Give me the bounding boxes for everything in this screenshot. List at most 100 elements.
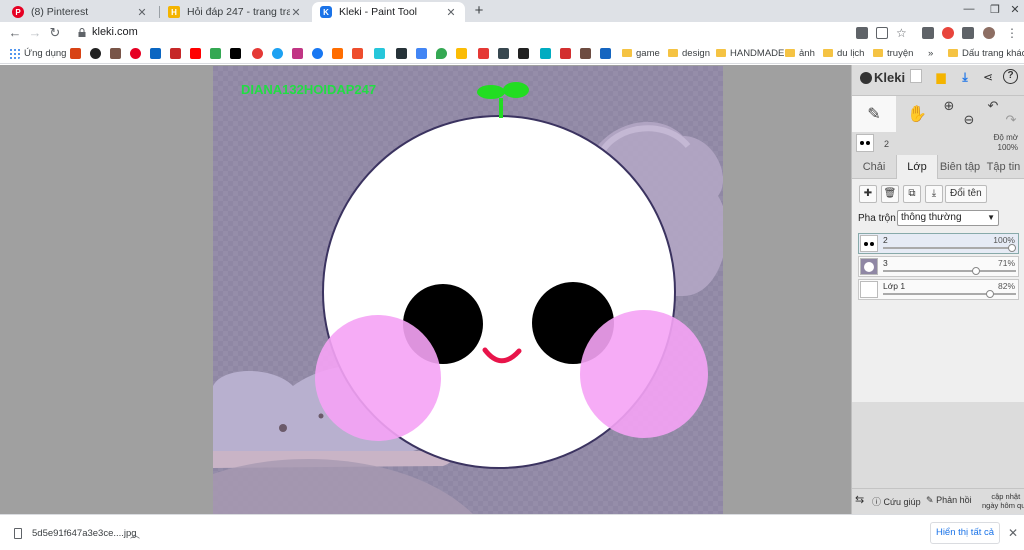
translate-icon[interactable] xyxy=(416,48,427,59)
merge-layer-button[interactable]: ⤓ xyxy=(925,185,943,203)
slider-handle[interactable] xyxy=(1008,244,1016,252)
layer-opacity-slider[interactable] xyxy=(883,244,1016,252)
bookmark-other[interactable]: Dấu trang khác xyxy=(962,48,1024,59)
address-bar[interactable]: kleki.com xyxy=(92,26,138,38)
shopee-icon[interactable] xyxy=(352,48,363,59)
zoom-out-button[interactable]: ⊖ xyxy=(962,110,976,130)
translate-icon[interactable] xyxy=(856,27,868,39)
facebook-icon[interactable] xyxy=(312,48,323,59)
bookmark-icon[interactable] xyxy=(580,48,591,59)
close-icon[interactable]: ✕ xyxy=(136,6,148,19)
layer-opacity-slider[interactable] xyxy=(883,290,1016,298)
bookmark-icon[interactable] xyxy=(560,48,571,59)
current-layer-preview[interactable] xyxy=(856,134,874,152)
tab-pinterest[interactable]: P (8) Pinterest ✕ xyxy=(4,2,156,22)
pinterest-icon[interactable] xyxy=(130,48,141,59)
share-icon[interactable] xyxy=(876,27,888,39)
redo-button[interactable]: ↷ xyxy=(1004,110,1018,130)
layer-row-1[interactable]: Lớp 1 82% xyxy=(858,279,1019,300)
bookmark-apps[interactable]: Ứng dụng xyxy=(24,48,66,59)
feedback-link[interactable]: ✎ Phản hồi xyxy=(926,495,972,506)
bookmark-icon[interactable] xyxy=(498,48,509,59)
bookmark-icon[interactable] xyxy=(374,48,385,59)
update-info[interactable]: cập nhật ngày hôm qua xyxy=(982,492,1024,510)
swap-icon[interactable]: ⇆ xyxy=(855,493,864,506)
bookmark-icon[interactable] xyxy=(518,48,529,59)
bookmark-icon[interactable] xyxy=(540,48,551,59)
bookmark-icon[interactable] xyxy=(90,48,101,59)
zoom-in-button[interactable]: ⊕ xyxy=(942,96,956,116)
download-icon[interactable]: ⤓ xyxy=(957,69,973,85)
maximize-icon[interactable]: ❐ xyxy=(988,3,1002,16)
tab-file[interactable]: Tập tin xyxy=(982,155,1024,179)
tab-brush[interactable]: Chải xyxy=(852,155,896,179)
blend-mode-select[interactable]: thông thường ▼ xyxy=(897,210,999,226)
bookmark-icon[interactable] xyxy=(70,48,81,59)
adblock-icon[interactable] xyxy=(942,27,954,39)
bookmark-icon[interactable] xyxy=(456,48,467,59)
add-layer-button[interactable]: ✚ xyxy=(859,185,877,203)
tab-layers[interactable]: Lớp xyxy=(896,155,938,179)
new-image-icon[interactable] xyxy=(910,69,922,83)
maps-icon[interactable] xyxy=(436,48,447,59)
extension-a-icon[interactable] xyxy=(922,27,934,39)
bookmark-icon[interactable] xyxy=(332,48,343,59)
youtube-icon[interactable] xyxy=(190,48,201,59)
hand-tool-button[interactable]: ✋ xyxy=(902,96,932,132)
apps-grid-icon[interactable] xyxy=(9,48,20,59)
share-icon[interactable]: ⋖ xyxy=(980,69,996,85)
bookmark-icon[interactable] xyxy=(396,48,407,59)
window-close-icon[interactable]: ✕ xyxy=(1008,3,1022,16)
bookmark-icon[interactable] xyxy=(150,48,161,59)
save-icon[interactable]: ▆ xyxy=(933,69,949,85)
bookmark-icon[interactable] xyxy=(252,48,263,59)
brush-tool-button[interactable]: ✎ xyxy=(852,96,896,132)
bookmark-folder-truyen[interactable]: truyện xyxy=(887,48,913,59)
bookmark-icon[interactable] xyxy=(478,48,489,59)
layer-row-2[interactable]: 2 100% xyxy=(858,233,1019,254)
slider-handle[interactable] xyxy=(971,267,980,275)
bookmark-folder-game[interactable]: game xyxy=(636,48,660,59)
gmail-icon[interactable] xyxy=(170,48,181,59)
close-icon[interactable]: ✕ xyxy=(445,6,457,19)
puzzle-icon[interactable] xyxy=(962,27,974,39)
help-link[interactable]: ⓘ Cứu giúp xyxy=(872,495,921,508)
forward-arrow-icon[interactable]: → xyxy=(28,25,42,41)
bookmark-folder-anh[interactable]: ảnh xyxy=(799,48,815,59)
show-all-button[interactable]: Hiển thị tất cả xyxy=(930,522,1000,544)
menu-dots-icon[interactable]: ⋮ xyxy=(1006,27,1018,39)
bookmark-folder-handmade[interactable]: HANDMADE xyxy=(730,48,784,59)
slider-handle[interactable] xyxy=(985,290,994,298)
download-item[interactable]: 5d5e91f647a3e3ce....jpg xyxy=(32,528,137,539)
help-icon[interactable]: ? xyxy=(1003,69,1018,84)
twitter-icon[interactable] xyxy=(272,48,283,59)
layer-opacity-slider[interactable] xyxy=(883,267,1016,275)
duplicate-layer-button[interactable]: ⧉ xyxy=(903,185,921,203)
bookmark-icon[interactable] xyxy=(210,48,221,59)
close-icon[interactable]: ✕ xyxy=(1008,526,1018,540)
reload-icon[interactable]: ↻ xyxy=(48,25,62,41)
bookmark-folder-dulich[interactable]: du lịch xyxy=(837,48,864,59)
bookmark-icon[interactable] xyxy=(110,48,121,59)
instagram-icon[interactable] xyxy=(292,48,303,59)
bookmark-folder-design[interactable]: design xyxy=(682,48,710,59)
new-tab-button[interactable]: + xyxy=(470,2,488,20)
tab-hoidap[interactable]: H Hỏi đáp 247 - trang tra loi ✕ xyxy=(160,2,310,22)
undo-button[interactable]: ↶ xyxy=(986,96,1000,116)
star-icon[interactable]: ☆ xyxy=(896,27,908,39)
kleki-logo[interactable]: Kleki xyxy=(860,70,905,85)
drawing-canvas[interactable]: DIANA132HOIDAP247 xyxy=(213,66,723,514)
tab-edit[interactable]: Biên tập xyxy=(938,155,982,179)
bookmark-icon[interactable] xyxy=(600,48,611,59)
delete-layer-button[interactable]: 🗑 xyxy=(881,185,899,203)
layer-row-3[interactable]: 3 71% xyxy=(858,256,1019,277)
tab-kleki[interactable]: K Kleki - Paint Tool ✕ xyxy=(312,2,465,22)
back-arrow-icon[interactable]: ← xyxy=(8,25,22,41)
lock-icon[interactable] xyxy=(78,28,86,37)
chevron-up-icon[interactable]: ︿ xyxy=(130,526,140,541)
bookmarks-more-button[interactable]: » xyxy=(928,48,933,59)
rename-layer-button[interactable]: Đổi tên xyxy=(945,185,987,203)
close-icon[interactable]: ✕ xyxy=(290,6,302,19)
tiktok-icon[interactable] xyxy=(230,48,241,59)
minimize-icon[interactable]: — xyxy=(962,3,976,15)
